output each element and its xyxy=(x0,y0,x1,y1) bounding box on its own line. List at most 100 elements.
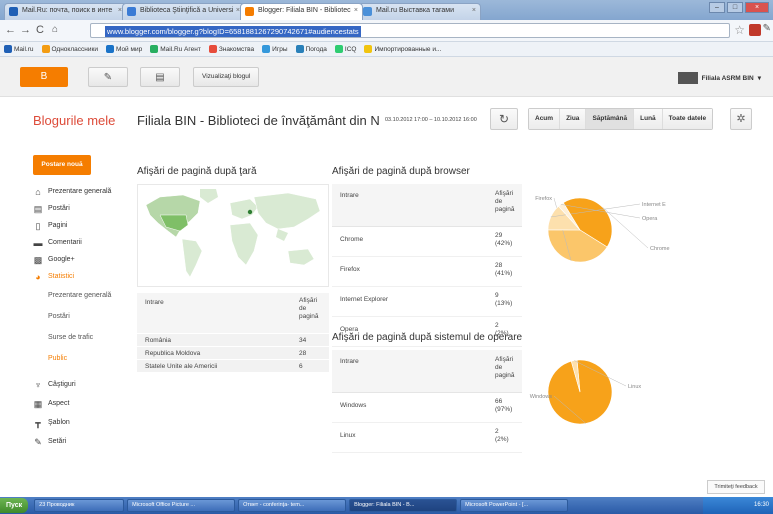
bookmark-item[interactable]: Mail.Ru Агент xyxy=(150,45,201,53)
row-views-count: 2 xyxy=(495,322,499,329)
taskbar-item[interactable]: Microsoft PowerPoint - [... xyxy=(460,499,569,512)
sidebar-item-label: Pagini xyxy=(48,222,68,229)
user-menu[interactable]: Filiala ASRM BIN ▾ xyxy=(677,72,761,84)
bookmark-item[interactable]: Импортированные и... xyxy=(364,45,441,53)
sidebar-item-label: Câştiguri xyxy=(48,381,76,388)
col-entry: Intrare xyxy=(145,299,164,306)
row-entry: Statele Unite ale Americii xyxy=(145,363,218,370)
view-blog-button[interactable]: Vizualizaţi blogul xyxy=(193,67,260,87)
address-bar-row: ← → C ⌂ www.blogger.com/blogger.g?blogID… xyxy=(0,20,773,42)
pie-label: Linux xyxy=(628,384,641,390)
sidebar-item[interactable]: ♆ Câştiguri xyxy=(33,375,133,394)
reload-icon[interactable]: C xyxy=(36,24,44,36)
minimize-button[interactable]: – xyxy=(709,2,725,13)
sidebar-item[interactable]: ▩ Google+ xyxy=(33,251,133,268)
sidebar-item[interactable]: ◕ Statistici xyxy=(33,268,133,285)
period-3[interactable]: Lună xyxy=(634,109,663,129)
sidebar-item-label: Aspect xyxy=(48,400,70,407)
home-icon: ⌂ xyxy=(35,186,41,197)
start-button[interactable]: Пуск xyxy=(0,498,29,513)
bookmark-item[interactable]: ICQ xyxy=(334,45,356,53)
os-pie-chart: Windows Linux xyxy=(530,359,641,425)
blogger-logo-button[interactable]: B xyxy=(20,67,68,87)
os-table: Intrare Afişări de pagină Windows 66 (97%)… xyxy=(332,350,522,453)
period-1[interactable]: Ziua xyxy=(560,109,587,129)
bookmark-item[interactable]: Одноклассники xyxy=(41,45,98,53)
url-field[interactable]: www.blogger.com/blogger.g?blogID=6581881… xyxy=(90,23,730,38)
settings-button[interactable]: ✲ xyxy=(730,108,752,130)
bookmark-item[interactable]: Mail.ru xyxy=(4,45,34,53)
sidebar-subitem-label: Postări xyxy=(48,313,70,320)
browser-pie-chart: Chrome Firefox Internet E Opera xyxy=(535,196,670,263)
bookmark-label: Знакомства xyxy=(218,45,255,53)
sidebar-subitem[interactable]: Public xyxy=(33,348,133,369)
sidebar-subitem[interactable]: Prezentare generală xyxy=(33,285,133,306)
bookmark-item[interactable]: Знакомства xyxy=(208,45,255,53)
maximize-button[interactable]: □ xyxy=(727,2,743,13)
period-0[interactable]: Acum xyxy=(529,109,561,129)
bookmark-item[interactable]: Игры xyxy=(262,45,288,53)
bookmark-icon xyxy=(334,45,343,53)
bookmark-label: Погода xyxy=(305,45,327,53)
tab-title: Mail.Ru: почта, поиск в инте xyxy=(22,7,113,14)
row-entry: Firefox xyxy=(340,266,360,273)
new-post-pencil-button[interactable]: ✎ xyxy=(88,67,128,87)
feedback-button[interactable]: Trimiteţi feedback xyxy=(707,480,765,494)
wrench-menu-icon[interactable]: ✎ xyxy=(763,23,771,34)
bookmark-item[interactable]: Мой мир xyxy=(105,45,142,53)
sidebar-subitem[interactable]: Postări xyxy=(33,306,133,327)
browser-tab[interactable]: Biblioteca Ştiinţifică a Universi × xyxy=(122,3,245,20)
user-name: Filiala ASRM BIN xyxy=(701,74,754,82)
new-post-button[interactable]: Postare nouă xyxy=(33,155,91,175)
sidebar-item-label: Google+ xyxy=(48,256,75,263)
tab-close-icon[interactable]: × xyxy=(354,7,358,14)
col-views: Afişări de pagină xyxy=(299,297,319,320)
browser-table: Intrare Afişări de pagină Chrome 29 (42%) F… xyxy=(332,184,522,347)
sidebar-item[interactable]: ▯ Pagini xyxy=(33,217,133,234)
taskbar-item[interactable]: Microsoft Office Picture ... xyxy=(127,499,236,512)
bookmark-icon xyxy=(295,45,304,53)
system-tray: 16:30 xyxy=(703,497,773,514)
taskbar-item[interactable]: Blogger: Filiala BIN - B... xyxy=(349,499,458,512)
brand-link[interactable]: Blogurile mele xyxy=(33,113,115,128)
taskbar-item[interactable]: 23 Проводник xyxy=(34,499,125,512)
sidebar-item[interactable]: ⌂ Prezentare generală xyxy=(33,183,133,200)
period-4[interactable]: Toate datele xyxy=(662,109,713,129)
tab-favicon-icon xyxy=(9,7,18,16)
table-row: Linux 2 (2%) xyxy=(332,423,522,453)
bookmark-icon xyxy=(208,45,217,53)
browser-tab[interactable]: Blogger: Filiala BIN - Bibliotec × xyxy=(240,3,363,20)
home-icon[interactable]: ⌂ xyxy=(52,24,58,36)
close-window-button[interactable]: × xyxy=(745,2,769,13)
bookmark-item[interactable]: Погода xyxy=(295,45,327,53)
taskbar-item[interactable]: Ответ - conferinţa- tem... xyxy=(238,499,347,512)
row-views: 28 (41%) xyxy=(495,262,512,278)
browser-tab[interactable]: Mail.ru Выставка тагами × xyxy=(358,3,481,20)
sidebar-item[interactable]: ✎ Setări xyxy=(33,432,133,451)
pie-label: Firefox xyxy=(535,196,552,202)
chevron-down-icon: ▾ xyxy=(757,75,761,82)
sidebar-item[interactable]: ┳ Şablon xyxy=(33,413,133,432)
sidebar-item[interactable]: ▦ Aspect xyxy=(33,394,133,413)
google-plus-icon: ▩ xyxy=(33,254,43,265)
sidebar-item[interactable]: ▤ Postări xyxy=(33,200,133,217)
sidebar-subitem-label: Prezentare generală xyxy=(48,292,112,299)
sidebar-subitem[interactable]: Surse de trafic xyxy=(33,327,133,348)
forward-icon[interactable]: → xyxy=(20,24,31,36)
tab-title: Mail.ru Выставка тагами xyxy=(376,7,454,14)
url-text: www.blogger.com/blogger.g?blogID=6581881… xyxy=(105,26,361,37)
col-views: Afişări de pagină xyxy=(495,190,515,213)
period-2[interactable]: Săptămână xyxy=(586,109,635,129)
back-icon[interactable]: ← xyxy=(5,24,16,36)
sidebar-item-label: Setări xyxy=(48,438,67,445)
extension-icon[interactable] xyxy=(749,24,761,36)
view-posts-button[interactable]: ▤ xyxy=(140,67,180,87)
bookmark-star-icon[interactable]: ☆ xyxy=(734,23,745,37)
pie-label: Windows xyxy=(530,394,553,400)
sidebar: ⌂ Prezentare generală ▤ Postări ▯ Pagini ▬ Come… xyxy=(33,183,133,451)
tab-close-icon[interactable]: × xyxy=(472,7,476,14)
browser-tab[interactable]: Mail.Ru: почта, поиск в инте × xyxy=(4,3,127,20)
blogger-header: B ✎ ▤ Vizualizaţi blogul Filiala ASRM BI… xyxy=(0,57,773,97)
refresh-button[interactable]: ↻ xyxy=(490,108,518,130)
sidebar-item[interactable]: ▬ Comentarii xyxy=(33,234,133,251)
